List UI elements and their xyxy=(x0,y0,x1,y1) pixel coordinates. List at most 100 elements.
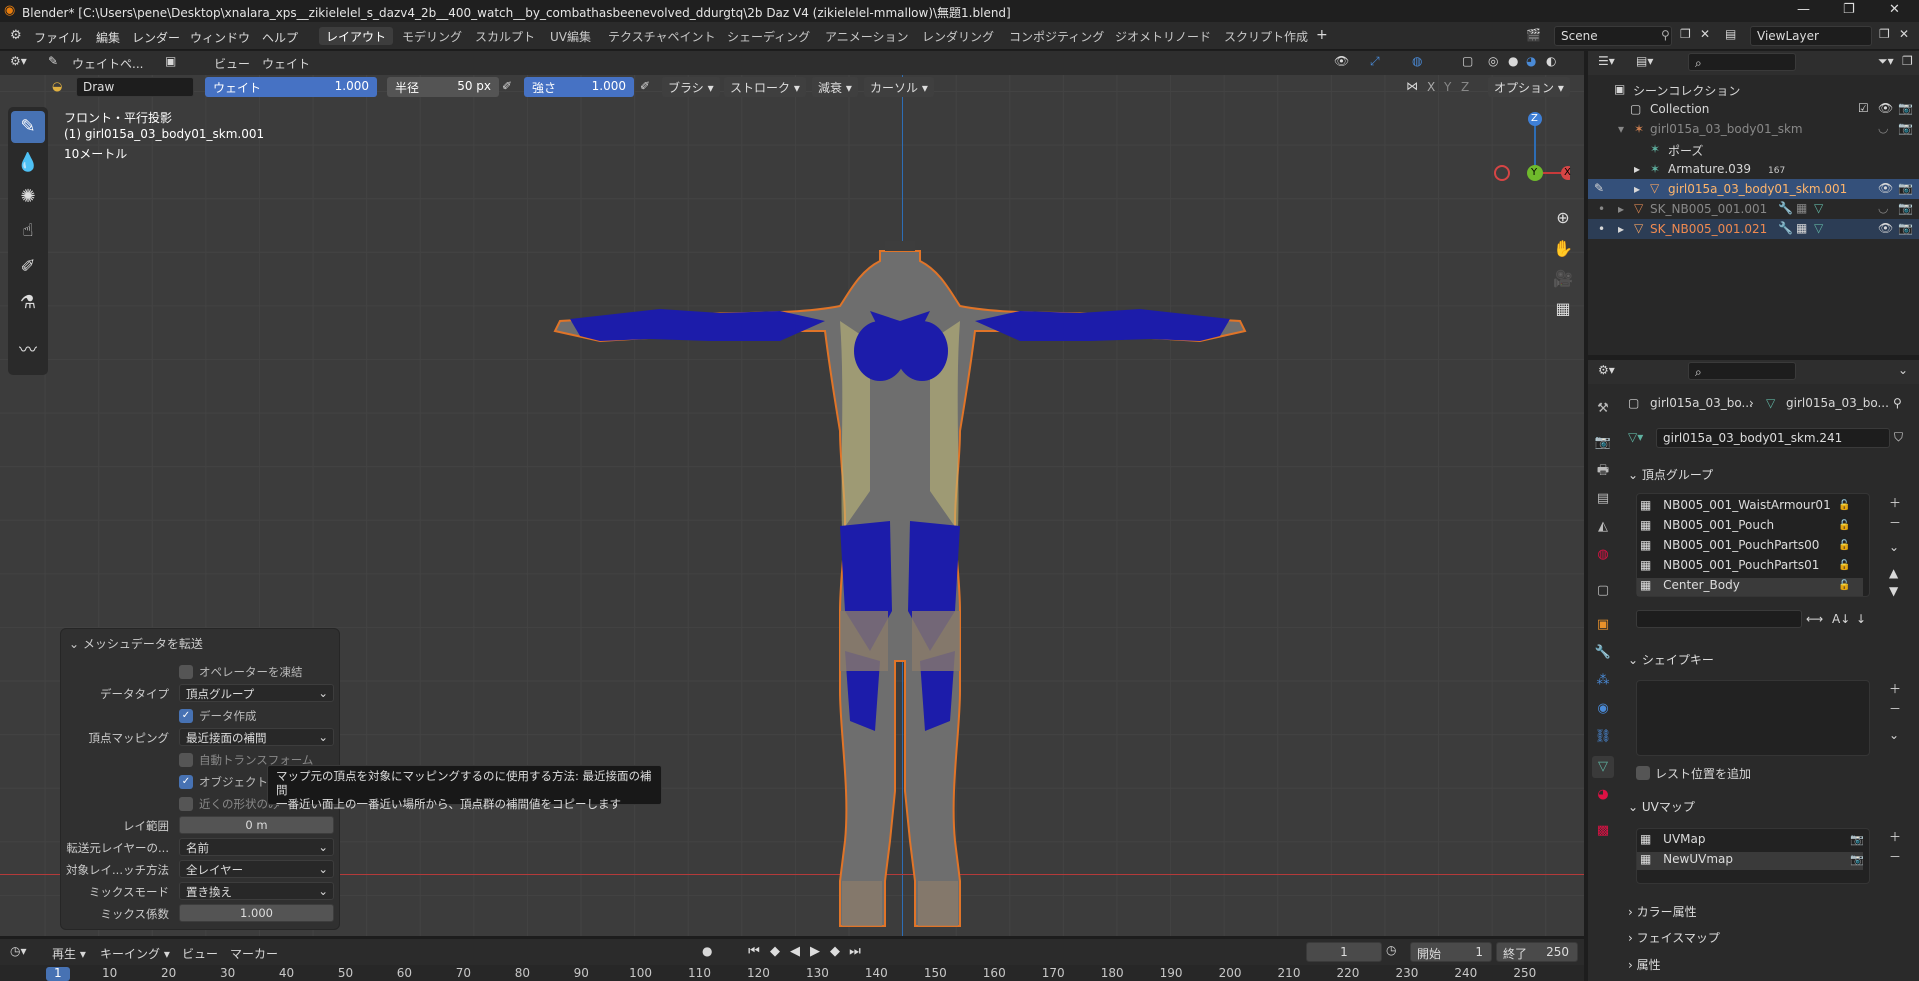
pin-icon[interactable]: ⚲ xyxy=(1893,396,1902,410)
prev-keyframe-icon[interactable]: ◆ xyxy=(766,943,784,961)
scene-tab-icon[interactable]: ◭ xyxy=(1592,516,1614,538)
outliner-row-sk-nb005-021[interactable]: • ▸ ▽ SK_NB005_001.021 🔧 ▦ ▽ 👁 📷 xyxy=(1588,219,1919,239)
vertex-groups-section-header[interactable]: ⌄ 頂点グループ xyxy=(1628,466,1713,483)
eye-icon[interactable]: 👁 xyxy=(1878,101,1893,115)
menu-window[interactable]: ウィンドウ xyxy=(190,29,250,46)
view-layer-tab-icon[interactable]: ▤ xyxy=(1592,488,1614,510)
invert-filter-icon[interactable]: ⟷ xyxy=(1806,612,1823,626)
maximize-icon[interactable]: ❐ xyxy=(1843,2,1855,17)
mesh-datablock-icon[interactable]: ▽▾ xyxy=(1628,430,1643,444)
outliner-row-collection[interactable]: ▢ Collection ☑ 👁 📷 xyxy=(1588,99,1919,119)
tool-tab-icon[interactable]: ⚒ xyxy=(1592,398,1614,420)
outliner-row-scene-collection[interactable]: ▣ シーンコレクション xyxy=(1588,79,1919,99)
current-frame-field[interactable]: 1 xyxy=(1306,942,1382,962)
pan-hand-icon[interactable]: ✋ xyxy=(1550,236,1576,262)
list-item[interactable]: ▦ NB005_001_PouchParts00 xyxy=(1640,538,1819,556)
dest-layers-dropdown[interactable]: 全レイヤー ⌄ xyxy=(179,860,334,878)
add-vertex-group-icon[interactable]: ＋ xyxy=(1889,494,1901,511)
visibility-icon[interactable]: 👁 xyxy=(1334,54,1349,68)
outliner-row-body-mesh[interactable]: ✎ ▸ ▽ girl015a_03_body01_skm.001 👁 📷 xyxy=(1588,179,1919,199)
list-item[interactable]: ▦ NB005_001_Pouch xyxy=(1640,518,1774,536)
color-attributes-section-header[interactable]: › カラー属性 xyxy=(1628,903,1697,920)
menu-view[interactable]: ビュー xyxy=(214,55,250,72)
menu-help[interactable]: ヘルプ xyxy=(262,29,298,46)
new-view-layer-icon[interactable]: ❐ xyxy=(1879,27,1890,41)
lock-icon[interactable]: 🔓 xyxy=(1838,540,1850,551)
smear-tool-icon[interactable]: ☝ xyxy=(11,215,45,247)
material-shading-icon[interactable]: ◕ xyxy=(1526,54,1536,68)
outliner-row-sk-nb005-001[interactable]: • ▸ ▽ SK_NB005_001.001 🔧 ▦ ▽ ◡ 📷 xyxy=(1588,199,1919,219)
expand-arrow-icon[interactable]: ▾ xyxy=(1618,122,1624,136)
move-up-icon[interactable]: ▲ xyxy=(1889,566,1898,580)
face-maps-section-header[interactable]: › フェイスマップ xyxy=(1628,929,1720,946)
navigation-gizmo[interactable] xyxy=(1490,111,1570,201)
tab-sculpt[interactable]: スカルプト xyxy=(468,27,542,45)
list-item[interactable]: ▦ NB005_001_WaistArmour01 xyxy=(1640,498,1831,516)
strength-pressure-icon[interactable]: ✐ xyxy=(640,79,650,93)
list-item-active[interactable]: ▦ NewUVmap xyxy=(1637,852,1863,870)
cursor-menu[interactable]: カーソル ▾ xyxy=(864,77,934,97)
mirror-icon[interactable]: ⋈ xyxy=(1406,79,1418,93)
remove-uv-map-icon[interactable]: － xyxy=(1889,848,1901,865)
strength-slider[interactable]: 強さ 1.000 xyxy=(524,77,634,97)
hidden-eye-icon[interactable]: ◡ xyxy=(1878,121,1888,135)
stroke-menu[interactable]: ストローク ▾ xyxy=(724,77,806,97)
mix-mode-dropdown[interactable]: 置き換え ⌄ xyxy=(179,882,334,900)
editor-type-button[interactable]: ⚙▾ xyxy=(10,54,27,68)
jump-end-icon[interactable]: ⏭ xyxy=(846,943,864,961)
texture-tab-icon[interactable]: ▩ xyxy=(1592,820,1614,842)
jump-start-icon[interactable]: ⏮ xyxy=(745,943,763,961)
lock-icon[interactable]: 🔓 xyxy=(1838,560,1850,571)
auto-transform-checkbox[interactable] xyxy=(179,753,193,767)
lock-icon[interactable]: 🔓 xyxy=(1838,500,1850,511)
world-tab-icon[interactable]: ◍ xyxy=(1592,544,1614,566)
outliner[interactable]: ☰▾ ▤▾ ⌕ ⏷▾ ❐ ▣ シーンコレクション ▢ Collection ☑ … xyxy=(1588,51,1919,355)
particles-tab-icon[interactable]: ⁂ xyxy=(1592,670,1614,692)
overlay-toggle-icon[interactable]: ◍ xyxy=(1412,54,1422,68)
breadcrumb-mesh[interactable]: girl015a_03_bo... xyxy=(1786,396,1889,410)
active-render-camera-icon[interactable]: 📷 xyxy=(1850,853,1864,866)
editor-type-icon[interactable]: ⚙ xyxy=(10,28,22,43)
tab-animation[interactable]: アニメーション xyxy=(818,27,916,45)
breadcrumb-object[interactable]: girl015a_03_bo... xyxy=(1650,396,1753,410)
filter-icon[interactable]: ⏷▾ xyxy=(1878,54,1894,69)
frame-start-field[interactable]: 開始 1 xyxy=(1410,942,1492,962)
ray-radius-field[interactable]: 0 m xyxy=(179,816,334,834)
object-tab-icon[interactable]: ▣ xyxy=(1592,614,1614,636)
ortho-grid-icon[interactable]: ▦ xyxy=(1550,296,1576,322)
display-mode-icon[interactable]: ▤▾ xyxy=(1636,54,1653,68)
rest-position-checkbox[interactable] xyxy=(1636,766,1650,780)
fake-user-shield-icon[interactable]: ⛉ xyxy=(1894,430,1903,445)
average-tool-icon[interactable]: ✺ xyxy=(11,181,45,213)
redo-panel-title[interactable]: ⌄ メッシュデータを転送 xyxy=(69,635,203,652)
preview-range-icon[interactable]: ◷ xyxy=(1386,943,1396,957)
list-item[interactable]: ▦ UVMap xyxy=(1640,832,1706,850)
properties-search-input[interactable]: ⌕ xyxy=(1688,362,1796,380)
annotate-tool-icon[interactable]: 〰 xyxy=(11,335,45,367)
output-tab-icon[interactable]: 🖶 xyxy=(1592,460,1614,482)
object-transform-checkbox[interactable]: ✓ xyxy=(179,775,193,789)
camera-render-icon[interactable]: 📷 xyxy=(1898,181,1913,195)
chevron-down-icon[interactable]: ⌄ xyxy=(1898,363,1908,377)
minimize-icon[interactable]: — xyxy=(1797,2,1810,17)
tab-texture-paint[interactable]: テクスチャペイント xyxy=(601,27,723,45)
zoom-icon[interactable]: ⊕ xyxy=(1550,205,1576,231)
mix-factor-field[interactable]: 1.000 xyxy=(179,904,334,922)
view-layer-selector[interactable]: ViewLayer xyxy=(1750,26,1872,46)
list-item[interactable]: ▦ NB005_001_PouchParts01 xyxy=(1640,558,1819,576)
camera-icon[interactable]: 🎥 xyxy=(1550,266,1576,292)
create-data-checkbox[interactable]: ✓ xyxy=(179,709,193,723)
camera-render-icon[interactable]: 📷 xyxy=(1898,221,1913,235)
menu-edit[interactable]: 編集 xyxy=(96,29,120,46)
rendered-shading-icon[interactable]: ◐ xyxy=(1546,54,1556,68)
material-tab-icon[interactable]: ◕ xyxy=(1592,784,1614,806)
camera-render-icon[interactable]: 📷 xyxy=(1898,121,1913,135)
remove-shape-key-icon[interactable]: － xyxy=(1889,700,1901,717)
active-render-camera-icon[interactable]: 📷 xyxy=(1850,833,1864,846)
shape-keys-list[interactable] xyxy=(1636,680,1870,756)
collection-checkbox-icon[interactable]: ☑ xyxy=(1858,101,1869,115)
playback-menu[interactable]: 再生 ▾ xyxy=(52,945,86,962)
falloff-menu[interactable]: 減衰 ▾ xyxy=(812,77,858,97)
specials-menu-icon[interactable]: ⌄ xyxy=(1889,540,1899,554)
uv-maps-section-header[interactable]: ⌄ UVマップ xyxy=(1628,798,1695,815)
